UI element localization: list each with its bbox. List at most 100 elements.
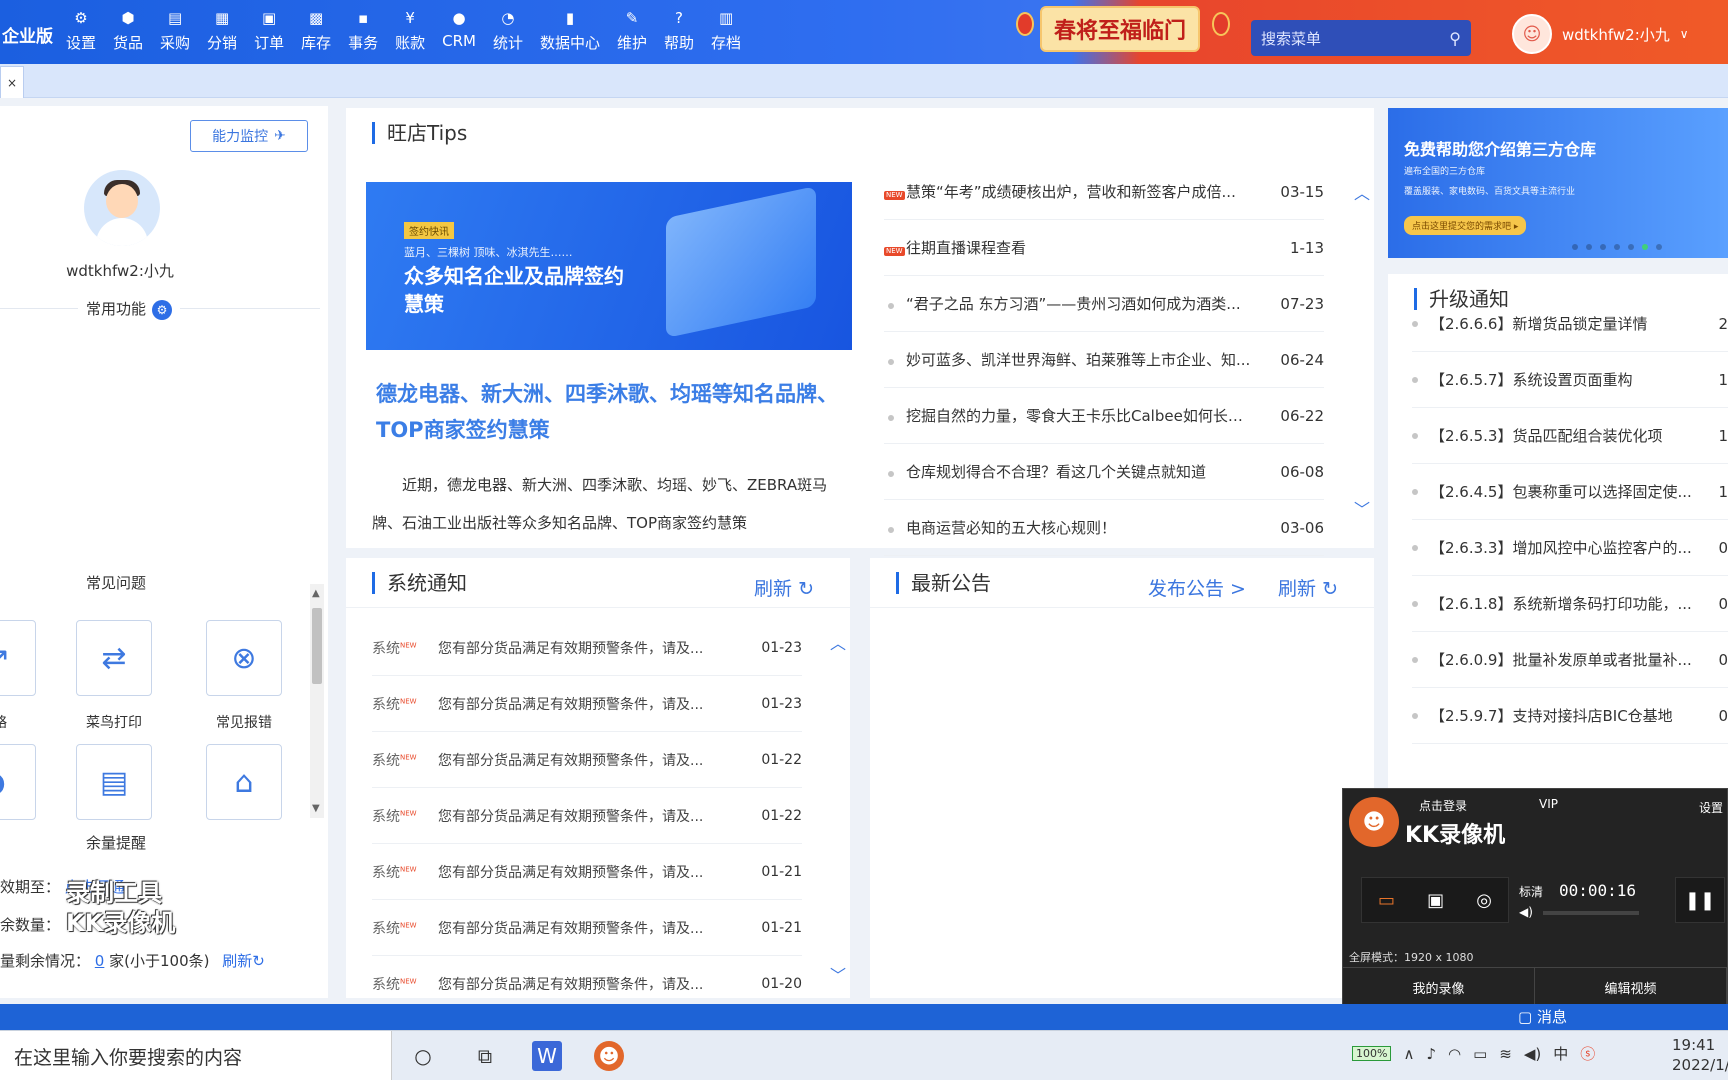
pause-button[interactable]: ❚❚ [1675,877,1725,923]
warehouse-promo-banner[interactable]: 免费帮助您介绍第三方仓库 遍布全国的三方仓库 覆盖服装、家电数码、百货文具等主流… [1388,108,1728,258]
upgrade-row[interactable]: 【2.6.6.6】新增货品锁定量详情 2 [1412,296,1728,352]
scroll-up-icon[interactable]: ▲ [312,588,320,599]
nav-item-7[interactable]: ¥ 账款 [395,8,425,53]
edit-video-button[interactable]: 编辑视频 [1535,968,1727,1007]
volume-icon[interactable]: ◀) [1519,905,1533,919]
common-errors-tile[interactable]: ⊗ [206,620,282,696]
nav-item-12[interactable]: ? 帮助 [664,8,694,53]
window-icon[interactable]: ▣ [1427,890,1444,911]
volume-slider[interactable] [1543,911,1639,915]
remaining-count-link[interactable]: 0 [95,952,105,970]
announcement-refresh-button[interactable]: 刷新 ↻ [1278,574,1338,601]
chevron-down-icon[interactable]: ﹀ [830,962,846,986]
nav-item-11[interactable]: ✎ 维护 [617,8,647,53]
gear-icon[interactable]: ⚙ [152,300,173,320]
my-recordings-button[interactable]: 我的录像 [1343,968,1535,1007]
promo-banner[interactable]: 签约快讯 蓝月、三棵树 顶味、冰淇先生…… 众多知名企业及品牌签约慧策 [366,182,852,350]
message-button[interactable]: ▢ 消息 [1518,1006,1567,1027]
strategy-tile[interactable]: ↗ [0,620,36,696]
nav-item-5[interactable]: ▩ 库存 [301,8,331,53]
store-tile[interactable]: ⌂ [206,744,282,820]
tips-list-item[interactable]: 挖掘自然的力量，零食大王卡乐比Calbee如何长年... 06-22 [884,388,1324,444]
system-notice-row[interactable]: 系统NEW 您有部分货品满足有效期预警条件，请及... 01-22 [372,788,802,844]
chevron-up-icon[interactable]: ︿ [830,630,846,654]
network-icon[interactable]: ◠ [1448,1045,1461,1063]
nav-item-8[interactable]: ● CRM [442,8,476,53]
wifi-icon[interactable]: ≋ [1499,1045,1512,1063]
upgrade-row[interactable]: 【2.6.5.7】系统设置页面重构 1 [1412,352,1728,408]
upgrade-row[interactable]: 【2.6.4.5】包裹称重可以选择固定使... 1 [1412,464,1728,520]
search-icon[interactable]: ⚲ [1449,29,1461,48]
monitor-icon[interactable]: ▭ [1378,890,1395,911]
upgrade-row[interactable]: 【2.6.5.3】货品匹配组合装优化项 1 [1412,408,1728,464]
close-circle-icon: ⊗ [231,640,257,676]
tab-close-button[interactable]: × [0,66,24,98]
app-w-icon[interactable]: W [532,1041,562,1071]
chevron-down-icon[interactable]: ﹀ [1354,496,1370,520]
kk-login-link[interactable]: 点击登录 [1419,797,1467,814]
nav-item-10[interactable]: ▮ 数据中心 [540,8,600,53]
ability-monitor-button[interactable]: 能力监控 ✈ [190,120,308,152]
function-tile[interactable]: ◗ [0,744,36,820]
bullet-icon [1412,488,1418,495]
system-notice-row[interactable]: 系统NEW 您有部分货品满足有效期预警条件，请及... 01-23 [372,620,802,676]
layout-tile[interactable]: ▤ [76,744,152,820]
upgrade-row[interactable]: 【2.6.3.3】增加风控中心监控客户的... 0 [1412,520,1728,576]
nav-item-2[interactable]: ▤ 采购 [160,8,190,53]
kk-recorder-taskbar-icon[interactable]: ☻ [594,1041,624,1071]
new-badge: NEW [400,920,417,929]
task-view-icon[interactable]: ⧉ [470,1041,500,1071]
carousel-dots[interactable] [1572,244,1670,250]
nav-item-9[interactable]: ◔ 统计 [493,8,523,53]
upgrade-row[interactable]: 【2.6.0.9】批量补发原单或者批量补... 0 [1412,632,1728,688]
kk-vip-badge[interactable]: VIP [1539,797,1558,811]
bullet-icon [1412,656,1418,663]
menu-search-input[interactable]: 搜索菜单 ⚲ [1251,20,1471,56]
cortana-icon[interactable]: ○ [408,1041,438,1071]
microphone-icon[interactable]: ♪ [1426,1045,1436,1063]
nav-item-13[interactable]: ▥ 存档 [711,8,741,53]
gamepad-icon[interactable]: ◎ [1476,890,1492,911]
battery-icon[interactable]: 100% [1352,1046,1392,1061]
volume-icon[interactable]: ◀) [1524,1045,1541,1063]
faq-scrollbar[interactable]: ▲ ▼ [310,584,324,818]
cainiao-print-tile[interactable]: ⇄ [76,620,152,696]
system-notice-row[interactable]: 系统NEW 您有部分货品满足有效期预警条件，请及... 01-21 [372,900,802,956]
system-notice-row[interactable]: 系统NEW 您有部分货品满足有效期预警条件，请及... 01-22 [372,732,802,788]
upgrade-row[interactable]: 【2.5.9.7】支持对接抖店BIC仓基地 0 [1412,688,1728,744]
nav-item-6[interactable]: ▪ 事务 [348,8,378,53]
taskbar-search-input[interactable]: 在这里输入你要搜索的内容 [0,1031,392,1080]
nav-item-4[interactable]: ▣ 订单 [254,8,284,53]
tips-list-item[interactable]: 电商运营必知的五大核心规则！ 03-06 [884,500,1324,556]
tips-list-item[interactable]: NEW 往期直播课程查看 1-13 [884,220,1324,276]
upgrade-row[interactable]: 【2.6.1.8】系统新增条码打印功能，... 0 [1412,576,1728,632]
refresh-link[interactable]: 刷新 [222,952,252,970]
kk-quality[interactable]: 标清 [1519,883,1543,900]
nav-item-1[interactable]: ⬢ 货品 [113,8,143,53]
article-headline[interactable]: 德龙电器、新大洲、四季沐歌、均瑶等知名品牌、TOP商家签约慧策 [376,376,846,448]
chevron-up-icon[interactable]: ∧ [1403,1045,1414,1063]
system-refresh-button[interactable]: 刷新 ↻ [754,574,814,601]
system-notice-row[interactable]: 系统NEW 您有部分货品满足有效期预警条件，请及... 01-23 [372,676,802,732]
ime-indicator[interactable]: 中 [1553,1043,1568,1064]
system-notice-row[interactable]: 系统NEW 您有部分货品满足有效期预警条件，请及... 01-21 [372,844,802,900]
tips-list-item[interactable]: 仓库规划得合不合理？看这几个关键点就知道 06-08 [884,444,1324,500]
tips-list-item[interactable]: NEW 慧策“年考”成绩硬核出炉，营收和新签客户成倍... 03-15 [884,164,1324,220]
user-menu[interactable]: ☺ wdtkhfw2:小九 ∨ [1512,14,1689,54]
promo-cta-button[interactable]: 点击这里提交您的需求吧 ▸ [1404,216,1527,235]
scroll-down-icon[interactable]: ▼ [312,803,320,814]
tips-list-item[interactable]: 妙可蓝多、凯洋世界海鲜、珀莱雅等上市企业、知... 06-24 [884,332,1324,388]
chevron-up-icon[interactable]: ︿ [1354,180,1370,204]
taskbar-clock[interactable]: 19:41 2022/1/ [1672,1035,1728,1075]
upgrade-text: 【2.6.5.3】货品匹配组合装优化项 [1430,427,1663,445]
publish-announcement-link[interactable]: 发布公告 > [1148,574,1246,601]
kk-settings-link[interactable]: 设置 [1699,799,1723,816]
new-badge: NEW [400,976,417,985]
battery-tray-icon[interactable]: ▭ [1473,1045,1487,1063]
app-tray-icon[interactable]: ⓢ [1580,1043,1595,1064]
refresh-icon[interactable]: ↻ [252,952,265,970]
nav-item-0[interactable]: ⚙ 设置 [66,8,96,53]
tips-list-item[interactable]: “君子之品 东方习酒”——贵州习酒如何成为酒类... 07-23 [884,276,1324,332]
scroll-thumb[interactable] [312,608,322,684]
nav-item-3[interactable]: ▦ 分销 [207,8,237,53]
